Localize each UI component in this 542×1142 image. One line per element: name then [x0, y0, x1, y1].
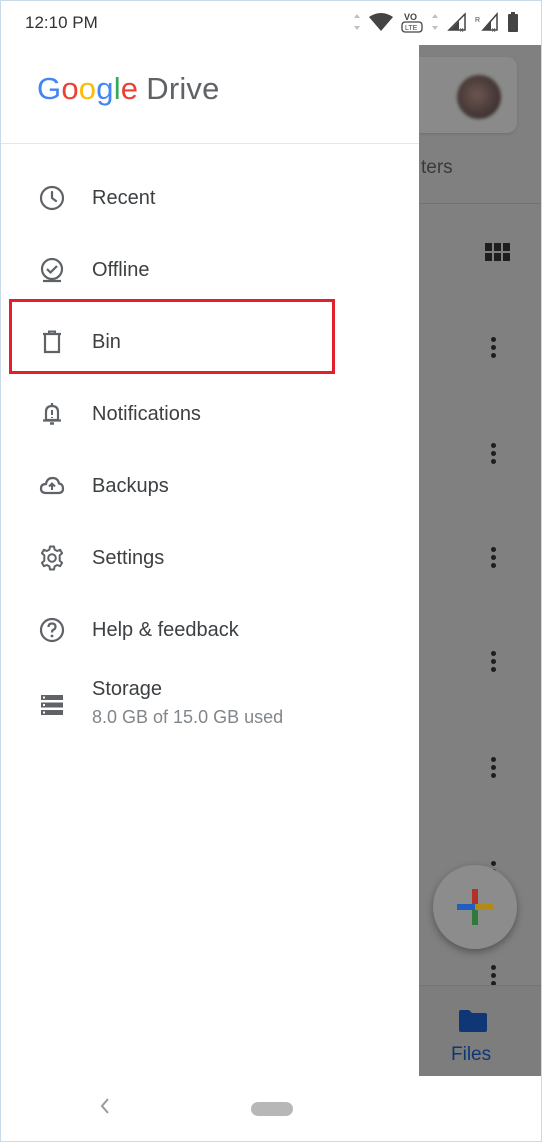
drawer-item-storage[interactable]: Storage 8.0 GB of 15.0 GB used — [1, 674, 419, 746]
svg-text:R: R — [475, 17, 480, 24]
more-options-icon — [491, 757, 497, 781]
drawer-divider — [1, 143, 419, 144]
volte-icon: VO LTE — [401, 12, 423, 33]
grid-view-icon — [485, 243, 510, 261]
more-options-icon — [491, 443, 497, 467]
svg-text:VO: VO — [404, 12, 417, 22]
drawer-item-notifications[interactable]: Notifications — [1, 386, 419, 442]
data-arrows-icon — [432, 14, 438, 30]
filters-partial-text: ters — [421, 157, 453, 178]
plus-icon — [457, 889, 493, 925]
drawer-item-label: Backups — [92, 474, 169, 497]
svg-text:x: x — [460, 27, 464, 32]
clock-icon — [39, 185, 65, 211]
battery-icon — [508, 12, 518, 32]
help-icon — [39, 617, 65, 643]
storage-label: Storage — [92, 678, 163, 700]
offline-check-icon — [40, 257, 64, 283]
gear-icon — [40, 545, 64, 571]
wifi-icon — [369, 13, 393, 31]
signal-icon: x — [447, 12, 466, 32]
background-app-scrim[interactable]: ters Files — [419, 45, 541, 1077]
storage-icon — [41, 695, 63, 715]
new-fab-button — [433, 865, 517, 949]
drawer-item-label: Settings — [92, 546, 165, 569]
drawer-item-settings[interactable]: Settings — [1, 530, 419, 586]
signal-roaming-icon: Rx — [475, 12, 498, 32]
folder-icon — [459, 1010, 487, 1032]
screen: 12:10 PM VO LTE x Rx ters Files Google D… — [0, 0, 542, 1142]
more-options-icon — [491, 547, 497, 571]
home-pill[interactable] — [251, 1102, 293, 1116]
drawer-item-label: Help & feedback — [92, 618, 239, 641]
drawer-item-recent[interactable]: Recent — [1, 170, 419, 226]
system-nav-bar — [1, 1076, 541, 1141]
data-arrows-icon — [354, 14, 360, 30]
more-options-icon — [491, 651, 497, 675]
back-icon[interactable] — [97, 1094, 113, 1118]
drawer-item-label: Recent — [92, 186, 156, 209]
drawer-item-help-feedback[interactable]: Help & feedback — [1, 602, 419, 658]
drawer-item-offline[interactable]: Offline — [1, 242, 419, 298]
svg-text:LTE: LTE — [405, 25, 418, 32]
avatar — [457, 75, 501, 119]
divider — [419, 203, 541, 204]
highlight-box — [9, 299, 335, 374]
drawer-item-backups[interactable]: Backups — [1, 458, 419, 514]
storage-usage: 8.0 GB of 15.0 GB used — [92, 707, 284, 727]
files-tab-label: Files — [451, 1044, 492, 1065]
account-card — [419, 57, 517, 133]
bottom-nav: Files — [419, 985, 541, 1077]
bell-icon — [43, 403, 61, 425]
status-bar: 12:10 PM VO LTE x Rx — [1, 1, 541, 45]
svg-text:x: x — [492, 27, 496, 32]
google-drive-logo: Google Drive — [37, 71, 220, 106]
status-time: 12:10 PM — [25, 13, 98, 32]
more-options-icon — [491, 337, 497, 361]
drawer-item-label: Notifications — [92, 402, 201, 425]
navigation-drawer: Google Drive Recent Offline Bin Notificat… — [1, 45, 419, 1076]
status-icons: VO LTE x Rx — [353, 11, 519, 33]
drawer-item-label: Offline — [92, 258, 150, 281]
cloud-upload-icon — [39, 476, 65, 495]
